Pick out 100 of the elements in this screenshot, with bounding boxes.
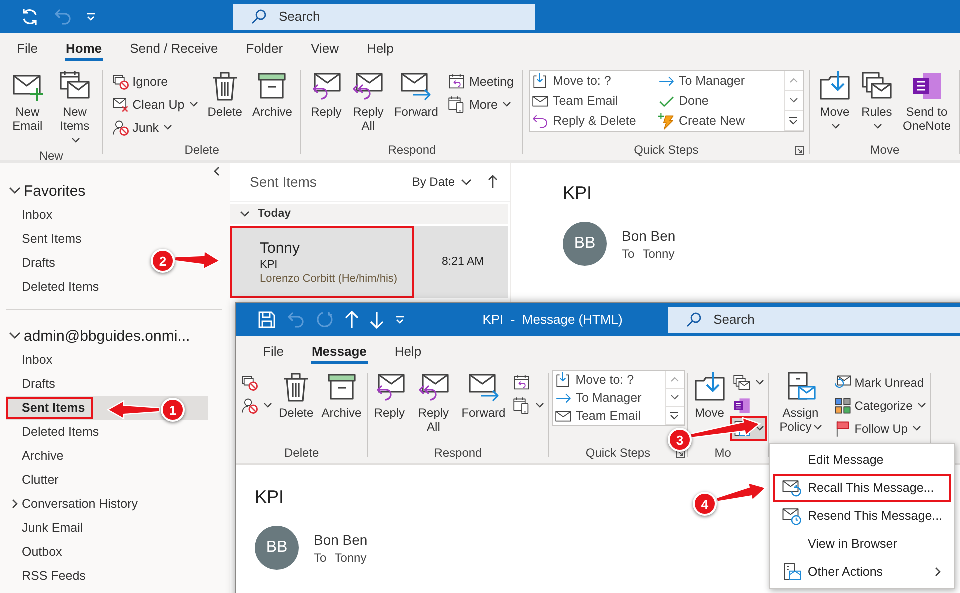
ribbon-button[interactable]: New Email bbox=[6, 68, 50, 135]
message-item[interactable]: Tonny KPI Lorenzo Corbitt (He/him/his) 8:21 AM bbox=[230, 226, 508, 298]
dialog-launcher-icon[interactable] bbox=[794, 146, 804, 155]
sync-icon[interactable] bbox=[20, 6, 40, 26]
ribbon-small-button[interactable]: Categorize bbox=[832, 394, 928, 417]
folders-envelope-icon bbox=[860, 70, 893, 102]
document-envelope-icon bbox=[782, 562, 802, 582]
caret-icon bbox=[536, 403, 544, 408]
folder-item[interactable]: Clutter bbox=[6, 469, 65, 491]
folder-item[interactable]: Junk Email bbox=[6, 517, 90, 539]
group-label: Move bbox=[870, 143, 900, 157]
ribbon-button[interactable]: Archive bbox=[318, 369, 365, 422]
avatar: BB bbox=[255, 526, 299, 570]
callout-arrow bbox=[106, 400, 161, 420]
quick-step-button[interactable]: Move to: ? bbox=[530, 71, 656, 91]
ribbon-tab[interactable]: Send / Receive bbox=[116, 33, 232, 64]
ribbon-tab[interactable]: Folder bbox=[232, 33, 298, 64]
ribbon-small-button[interactable]: Junk bbox=[108, 116, 201, 139]
folder-section-header[interactable]: Favorites bbox=[0, 179, 230, 203]
ribbon-button[interactable]: Send to OneNote bbox=[900, 68, 954, 135]
menu-item[interactable]: Resend This Message... bbox=[773, 502, 951, 530]
quick-step-button[interactable]: Team Email bbox=[530, 91, 656, 111]
caret-icon bbox=[913, 426, 922, 431]
ribbon-button[interactable]: Reply All bbox=[410, 369, 457, 436]
ribbon-button[interactable]: Forward bbox=[391, 68, 442, 121]
chevron-up-icon bbox=[670, 377, 679, 382]
quick-step-button[interactable]: Move to: ? bbox=[552, 371, 665, 389]
search-icon bbox=[251, 8, 267, 24]
folder-item[interactable]: Sent Items bbox=[6, 228, 88, 250]
notebook-icon bbox=[910, 70, 943, 102]
folder-item[interactable]: Drafts bbox=[6, 252, 62, 274]
sort-button[interactable]: By Date bbox=[412, 175, 472, 189]
calendar-reply-icon bbox=[512, 374, 531, 392]
expand-icon bbox=[670, 412, 680, 420]
folder-item[interactable]: Conversation History bbox=[6, 493, 144, 515]
ribbon-tab[interactable]: View bbox=[297, 33, 354, 64]
section-title: Favorites bbox=[24, 182, 86, 200]
arrow-down-icon[interactable] bbox=[370, 310, 384, 328]
group-header[interactable]: Today bbox=[230, 204, 508, 224]
folder-item[interactable]: Drafts bbox=[6, 373, 62, 395]
ribbon-tab[interactable]: Home bbox=[52, 33, 116, 64]
customize-caret-icon[interactable] bbox=[86, 12, 96, 20]
ribbon-small-button[interactable]: More bbox=[445, 93, 517, 116]
folder-item[interactable]: Archive bbox=[6, 445, 70, 467]
chevron-up-icon bbox=[790, 78, 798, 83]
caret-icon bbox=[72, 138, 80, 144]
collapse-pane-icon[interactable] bbox=[214, 167, 220, 176]
ribbon-button[interactable]: Reply All bbox=[349, 68, 388, 135]
quick-step-button[interactable]: Create New bbox=[656, 111, 784, 131]
caret-icon bbox=[756, 426, 764, 431]
menu-item[interactable]: Other Actions bbox=[773, 558, 951, 586]
ribbon-tab[interactable]: Help bbox=[353, 33, 408, 64]
caret-icon bbox=[814, 425, 822, 430]
ribbon-button[interactable]: Move bbox=[690, 369, 729, 422]
folder-item[interactable]: RSS Feeds bbox=[6, 565, 92, 587]
search-field[interactable]: Search bbox=[233, 4, 535, 30]
save-icon[interactable] bbox=[258, 310, 276, 328]
ribbon-button[interactable]: Assign Policy bbox=[772, 369, 830, 436]
ribbon-small-button[interactable]: Follow Up bbox=[832, 417, 928, 440]
quick-step-button[interactable]: Done bbox=[656, 91, 784, 111]
folder-section-header[interactable]: admin@bbguides.onmi... bbox=[0, 324, 230, 348]
customize-caret-icon[interactable] bbox=[395, 316, 405, 324]
folder-item[interactable]: Inbox bbox=[6, 204, 59, 226]
folder-item[interactable]: Inbox bbox=[6, 349, 59, 371]
ribbon-button[interactable]: Reply bbox=[370, 369, 409, 422]
ribbon-tab[interactable]: File bbox=[3, 33, 52, 64]
sort-arrow-up-icon[interactable] bbox=[488, 175, 498, 189]
search-icon bbox=[686, 312, 702, 328]
menu-item[interactable]: View in Browser bbox=[773, 530, 951, 558]
ribbon-tab[interactable]: Help bbox=[380, 336, 436, 367]
ribbon-tab[interactable]: File bbox=[249, 336, 298, 367]
ribbon-button[interactable]: Rules bbox=[858, 68, 896, 135]
ribbon-button[interactable]: Reply bbox=[307, 68, 346, 121]
quick-step-button[interactable]: To Manager bbox=[656, 71, 784, 91]
ribbon-button[interactable]: Delete bbox=[276, 369, 317, 422]
envelope-cross-icon bbox=[112, 96, 130, 114]
ribbon-small-button[interactable]: Ignore bbox=[108, 70, 201, 93]
ribbon-button[interactable]: Forward bbox=[458, 369, 509, 422]
callout-arrow bbox=[690, 417, 762, 439]
search-field[interactable]: Search bbox=[668, 306, 960, 332]
quick-step-button[interactable]: To Manager bbox=[552, 389, 665, 407]
folder-item[interactable]: Deleted Items bbox=[6, 421, 106, 443]
ribbon-button[interactable]: Move bbox=[816, 68, 854, 135]
ribbon-small-button[interactable]: Meeting bbox=[445, 70, 517, 93]
folder-item[interactable]: Deleted Items bbox=[6, 276, 106, 298]
ribbon-button[interactable]: Delete bbox=[204, 68, 246, 121]
ribbon-tab[interactable]: Message bbox=[298, 336, 381, 367]
menu-item[interactable]: Edit Message bbox=[773, 446, 951, 474]
ribbon-button[interactable]: Archive bbox=[249, 68, 296, 121]
menu-item[interactable]: Recall This Message... bbox=[773, 474, 951, 502]
quick-step-button[interactable]: Reply & Delete bbox=[530, 111, 656, 131]
caret-icon bbox=[756, 380, 764, 385]
arrow-up-icon[interactable] bbox=[345, 310, 359, 328]
ribbon-small-button[interactable]: Clean Up bbox=[108, 93, 201, 116]
ribbon-button[interactable]: New Items bbox=[53, 68, 97, 149]
folder-item[interactable]: Sent Items bbox=[6, 397, 94, 419]
folder-item[interactable]: Outbox bbox=[6, 541, 68, 563]
ribbon-small-button[interactable]: Mark Unread bbox=[832, 371, 928, 394]
chevron-down-icon bbox=[670, 395, 679, 400]
quick-step-button[interactable]: Team Email bbox=[552, 407, 665, 425]
